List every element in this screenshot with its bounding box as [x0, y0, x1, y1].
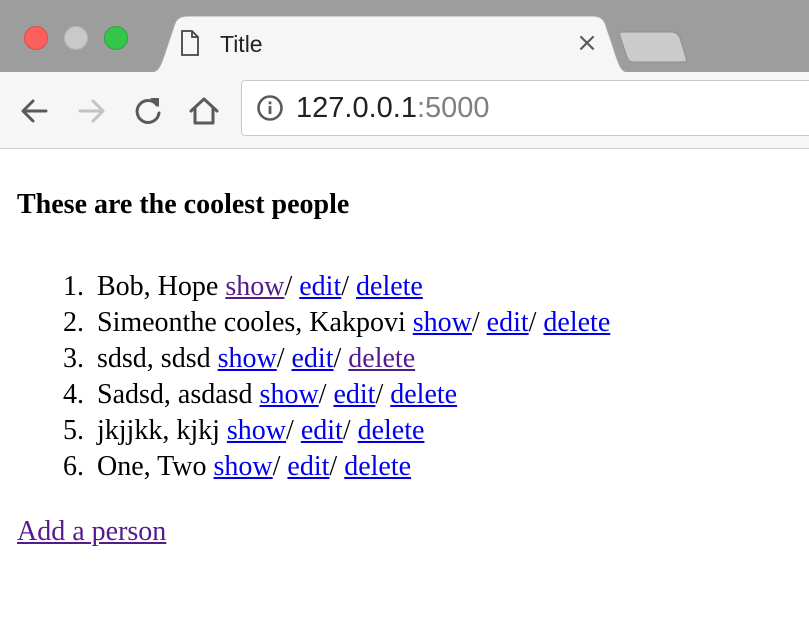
list-item: 6. One, Two show/ edit/ delete — [63, 449, 610, 485]
forward-arrow-icon[interactable] — [74, 94, 108, 128]
edit-link[interactable]: edit — [292, 343, 334, 374]
maximize-window-button[interactable] — [104, 26, 128, 50]
delete-link[interactable]: delete — [543, 307, 610, 338]
person-name: One, Two — [97, 451, 207, 482]
separator: / — [341, 271, 350, 302]
show-link[interactable]: show — [413, 307, 472, 338]
url-text[interactable]: 127.0.0.1:5000 — [296, 92, 490, 125]
delete-link[interactable]: delete — [348, 343, 415, 374]
list-item: 4. Sadsd, asdasd show/ edit/ delete — [63, 377, 610, 413]
person-name: jkjjkk, kjkj — [97, 415, 220, 446]
page-heading: These are the coolest people — [17, 189, 350, 220]
tab-strip: Title × — [0, 0, 809, 74]
url-port: :5000 — [416, 92, 490, 124]
edit-link[interactable]: edit — [333, 379, 375, 410]
person-name: Bob, Hope — [97, 271, 219, 302]
show-link[interactable]: show — [218, 343, 277, 374]
tab-close-icon[interactable]: × — [574, 30, 600, 56]
list-number: 2. — [63, 307, 84, 338]
show-link[interactable]: show — [225, 271, 284, 302]
separator: / — [329, 451, 338, 482]
separator: / — [375, 379, 384, 410]
separator: / — [272, 451, 281, 482]
separator: / — [286, 415, 294, 446]
add-person-link[interactable]: Add a person — [17, 516, 166, 548]
delete-link[interactable]: delete — [356, 271, 423, 302]
separator: / — [333, 343, 342, 374]
close-window-button[interactable] — [24, 26, 48, 50]
back-arrow-icon[interactable] — [18, 94, 52, 128]
page-content: These are the coolest people 1. Bob, Hope… — [0, 149, 809, 624]
edit-link[interactable]: edit — [299, 271, 341, 302]
list-item: 5. jkjjkk, kjkj show/ edit/ delete — [63, 413, 610, 449]
delete-link[interactable]: delete — [358, 415, 425, 446]
edit-link[interactable]: edit — [287, 451, 329, 482]
browser-toolbar: 127.0.0.1:5000 — [0, 72, 809, 149]
delete-link[interactable]: delete — [344, 451, 411, 482]
address-bar[interactable]: 127.0.0.1:5000 — [241, 80, 809, 136]
list-item: 2. Simeonthe cooles, Kakpovi show/ edit/ … — [63, 305, 610, 341]
separator: / — [342, 415, 351, 446]
edit-link[interactable]: edit — [487, 307, 529, 338]
url-host: 127.0.0.1 — [296, 92, 417, 124]
list-number: 1. — [63, 271, 84, 302]
separator: / — [276, 343, 285, 374]
tab-title: Title — [220, 31, 263, 57]
page-icon — [180, 30, 200, 61]
delete-link[interactable]: delete — [390, 379, 457, 410]
separator: / — [471, 307, 480, 338]
home-icon[interactable] — [187, 94, 221, 128]
list-item: 3. sdsd, sdsd show/ edit/ delete — [63, 341, 610, 377]
separator: / — [284, 271, 293, 302]
show-link[interactable]: show — [227, 415, 286, 446]
browser-tab[interactable]: Title × — [146, 16, 632, 74]
edit-link[interactable]: edit — [301, 415, 343, 446]
person-name: Sadsd, asdasd — [97, 379, 253, 410]
new-tab-button[interactable] — [618, 30, 688, 69]
list-number: 4. — [63, 379, 84, 410]
minimize-window-button[interactable] — [64, 26, 88, 50]
people-list: 1. Bob, Hope show/ edit/ delete 2. Simeont… — [17, 269, 610, 485]
list-number: 6. — [63, 451, 84, 482]
list-item: 1. Bob, Hope show/ edit/ delete — [63, 269, 610, 305]
list-number: 3. — [63, 343, 84, 374]
separator: / — [318, 379, 327, 410]
person-name: sdsd, sdsd — [97, 343, 211, 374]
person-name: Simeonthe cooles, Kakpovi — [97, 307, 406, 338]
separator: / — [528, 307, 537, 338]
info-icon[interactable] — [256, 94, 284, 127]
show-link[interactable]: show — [214, 451, 273, 482]
list-number: 5. — [63, 415, 84, 446]
show-link[interactable]: show — [260, 379, 319, 410]
reload-icon[interactable] — [131, 94, 165, 128]
